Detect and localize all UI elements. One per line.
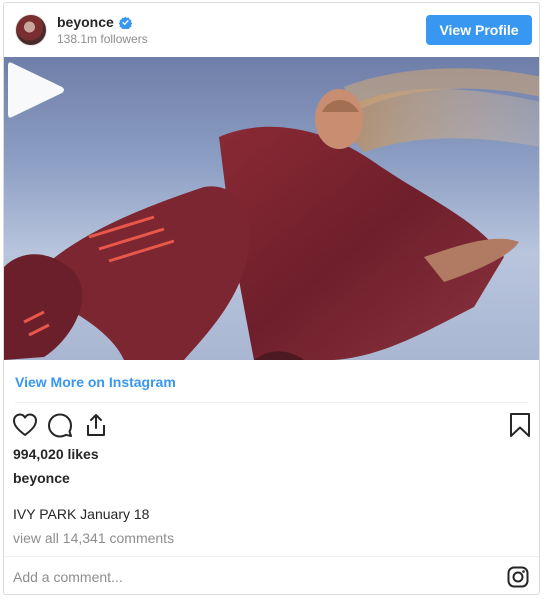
divider [4,556,539,557]
view-profile-button[interactable]: View Profile [426,15,532,45]
action-bar [4,408,539,442]
divider [15,402,528,403]
comment-icon[interactable] [47,412,73,438]
verified-badge-icon [118,16,132,29]
play-icon[interactable] [4,57,68,123]
follower-count: 138.1m followers [57,32,148,46]
caption-text: IVY PARK January 18 [13,506,150,522]
view-more-on-instagram-link[interactable]: View More on Instagram [15,374,176,390]
post-header: beyonce 138.1m followers View Profile [4,3,539,57]
bookmark-icon[interactable] [507,412,533,438]
like-count: 994,020 likes [13,446,99,462]
share-icon[interactable] [83,412,109,438]
heart-icon[interactable] [12,412,38,438]
view-all-comments-link[interactable]: view all 14,341 comments [13,530,174,546]
avatar[interactable] [15,14,47,46]
video-still-image [4,68,539,360]
username[interactable]: beyonce [57,14,114,30]
add-comment-field[interactable]: Add a comment... [13,569,123,585]
instagram-embed-card: beyonce 138.1m followers View Profile Vi… [3,2,540,595]
video-thumbnail[interactable] [4,57,539,360]
username-row[interactable]: beyonce [57,14,132,30]
instagram-icon[interactable] [507,566,529,588]
caption-username[interactable]: beyonce [13,470,70,486]
